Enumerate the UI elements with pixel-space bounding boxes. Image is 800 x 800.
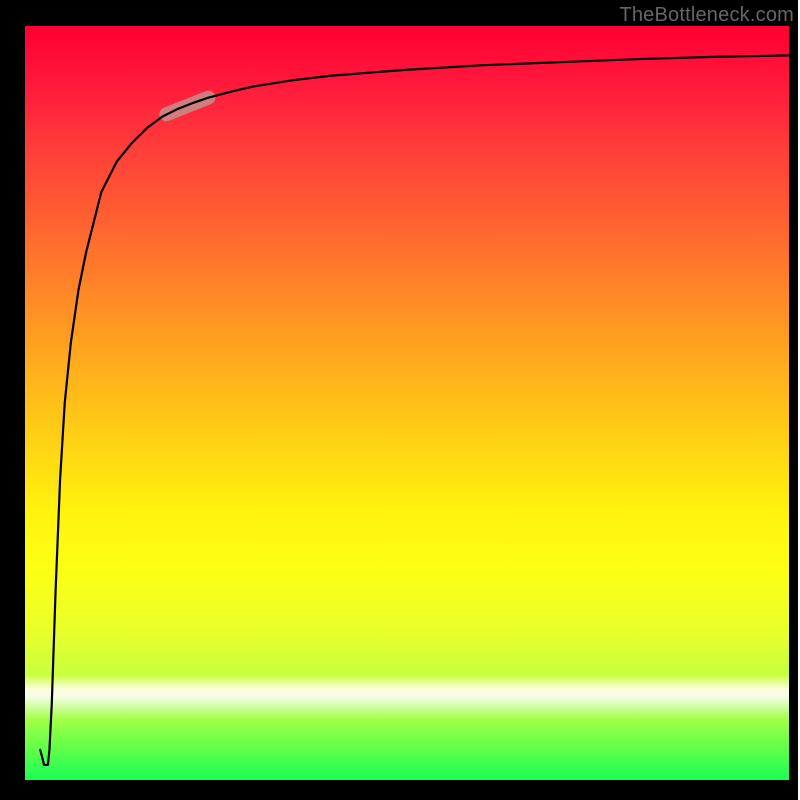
plot-area <box>25 26 789 780</box>
chart-stage: TheBottleneck.com <box>0 0 800 800</box>
watermark-text: TheBottleneck.com <box>619 4 794 27</box>
bottleneck-curve <box>40 55 789 765</box>
curve-layer <box>25 26 789 780</box>
